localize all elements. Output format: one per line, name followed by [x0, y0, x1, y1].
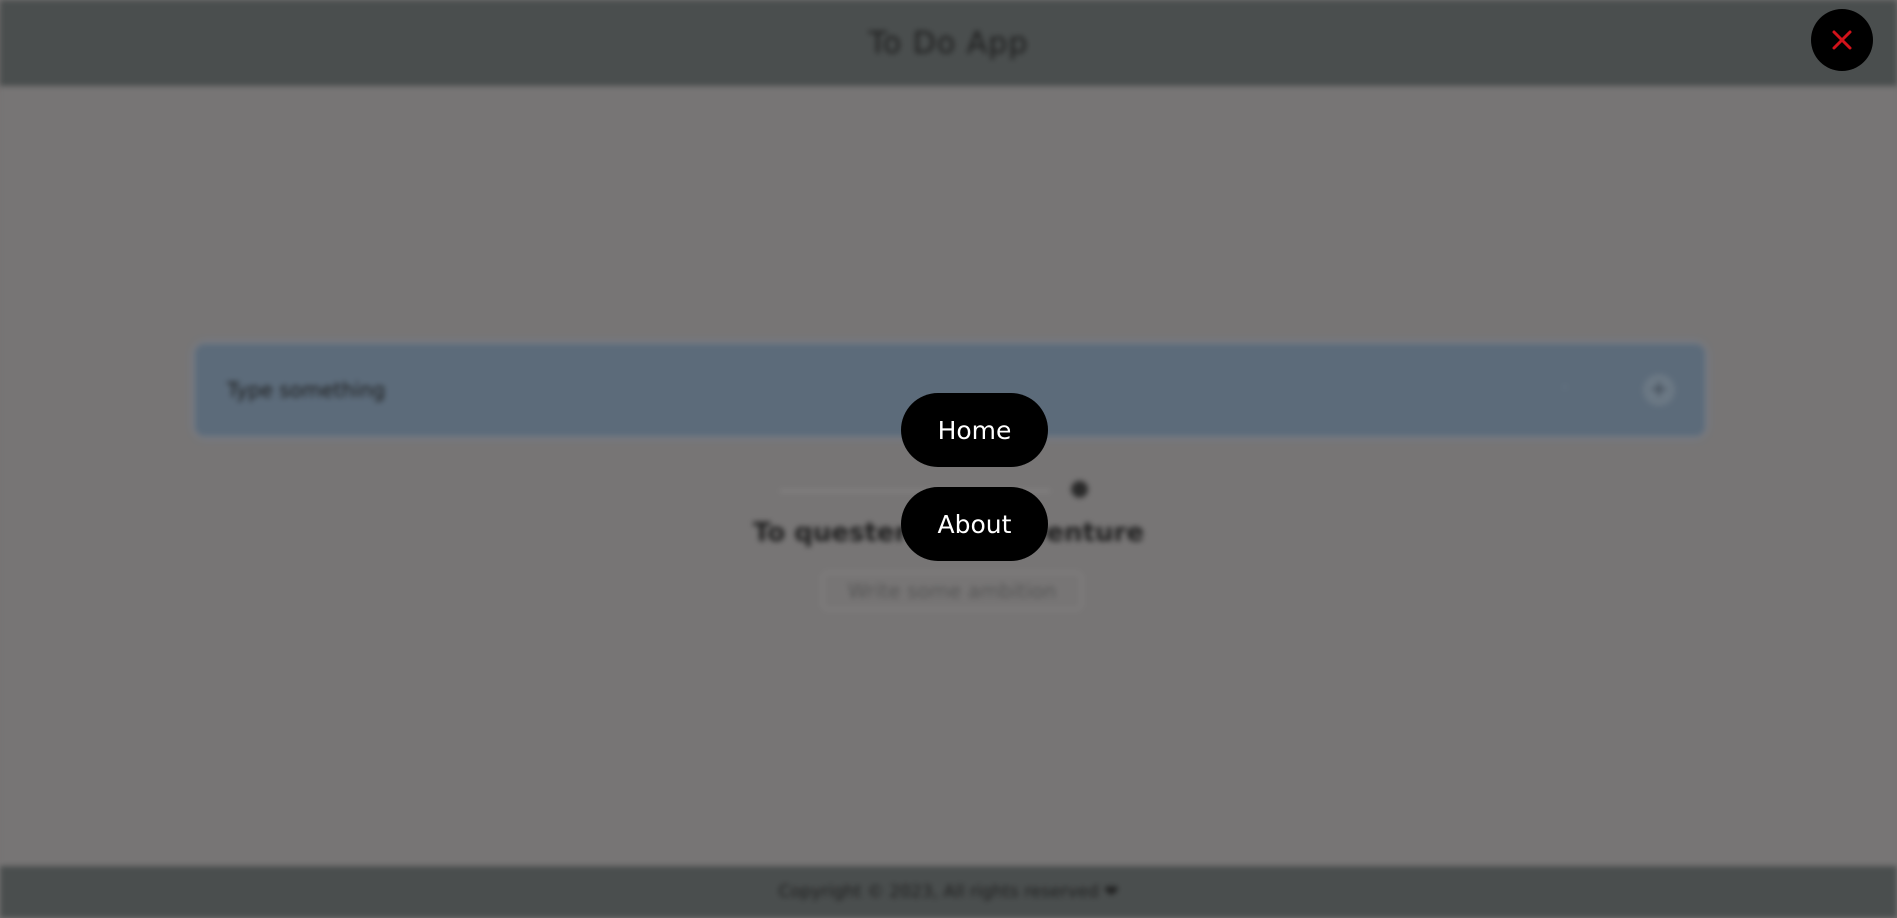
- close-icon: [1832, 30, 1852, 50]
- menu-overlay: Home About: [0, 0, 1897, 918]
- close-menu-button[interactable]: [1811, 9, 1873, 71]
- menu-item-home[interactable]: Home: [901, 393, 1048, 467]
- menu-item-about[interactable]: About: [901, 487, 1048, 561]
